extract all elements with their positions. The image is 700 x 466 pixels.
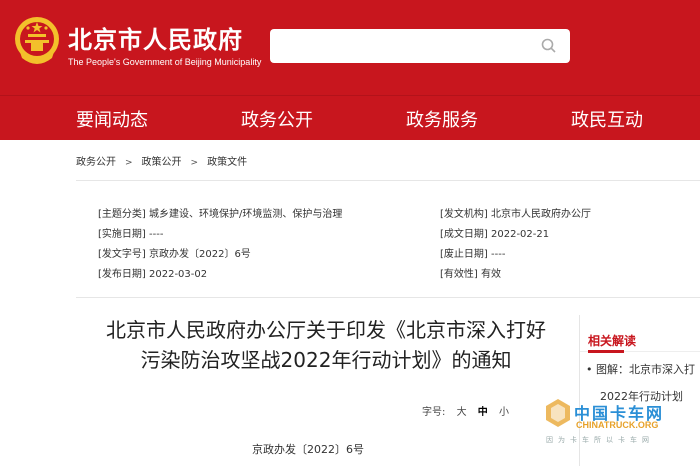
breadcrumb: 政务公开 > 政策公开 > 政策文件 — [76, 153, 247, 168]
font-size-small-button[interactable]: 小 — [499, 407, 509, 418]
article-title-line: 北京市人民政府办公厅关于印发《北京市深入打好 — [106, 318, 546, 342]
meta-written-date: [成文日期] 2022-02-21 — [440, 229, 550, 240]
article-title: 北京市人民政府办公厅关于印发《北京市深入打好 污染防治攻坚战2022年行动计划》… — [76, 315, 576, 375]
nav-item-news[interactable]: 要闻动态 — [76, 106, 148, 132]
breadcrumb-separator-icon: > — [190, 158, 199, 168]
site-header: 北京市人民政府 The People's Government of Beiji… — [0, 0, 700, 95]
nav-item-services[interactable]: 政务服务 — [406, 106, 478, 132]
watermark-en: CHINATRUCK.ORG — [576, 420, 659, 430]
nav-item-interaction[interactable]: 政民互动 — [571, 106, 643, 132]
national-emblem-icon — [15, 17, 59, 64]
font-size-controls: 字号: 大 中 小 — [422, 403, 509, 418]
document-number: 京政办发〔2022〕6号 — [252, 443, 364, 456]
breadcrumb-item[interactable]: 政务公开 — [76, 157, 116, 168]
nav-item-gov-affairs[interactable]: 政务公开 — [241, 106, 313, 132]
meta-issuer: [发文机构] 北京市人民政府办公厅 — [440, 209, 591, 220]
meta-validity: [有效性] 有效 — [440, 269, 501, 280]
meta-topic: [主题分类] 城乡建设、环境保护/环境监测、保护与治理 — [98, 209, 343, 220]
search-icon[interactable] — [540, 37, 558, 55]
meta-effective-date: [实施日期] ---- — [98, 229, 164, 240]
meta-doc-number: [发文字号] 京政办发〔2022〕6号 — [98, 249, 251, 260]
related-heading: 相关解读 — [588, 334, 637, 348]
font-size-medium-button[interactable]: 中 — [478, 407, 488, 418]
search-input[interactable] — [270, 29, 570, 63]
font-size-large-button[interactable]: 大 — [457, 407, 467, 418]
related-link[interactable]: • 图解：北京市深入打 — [586, 361, 700, 377]
meta-publish-date: [发布日期] 2022-03-02 — [98, 269, 208, 280]
related-heading-underline — [588, 350, 624, 353]
breadcrumb-separator-icon: > — [125, 158, 133, 168]
breadcrumb-item[interactable]: 政策文件 — [207, 157, 247, 168]
meta-repeal-date: [废止日期] ---- — [440, 249, 506, 260]
article-title-line: 污染防治攻坚战2022年行动计划》的通知 — [140, 348, 512, 372]
font-size-label: 字号: — [422, 407, 446, 418]
site-subtitle: The People's Government of Beijing Munic… — [68, 57, 262, 67]
watermark: 中国卡车网 CHINATRUCK.ORG 因为卡车所以卡车网 — [542, 396, 700, 446]
site-title[interactable]: 北京市人民政府 — [68, 20, 243, 55]
truck-logo-icon — [546, 399, 570, 427]
main-nav: 要闻动态 政务公开 政务服务 政民互动 — [0, 95, 700, 140]
bullet-icon: • — [586, 363, 593, 376]
watermark-slogan: 因为卡车所以卡车网 — [546, 436, 654, 444]
document-meta-box: [主题分类] 城乡建设、环境保护/环境监测、保护与治理 [实施日期] ---- … — [76, 180, 700, 298]
breadcrumb-item[interactable]: 政策公开 — [142, 157, 182, 168]
